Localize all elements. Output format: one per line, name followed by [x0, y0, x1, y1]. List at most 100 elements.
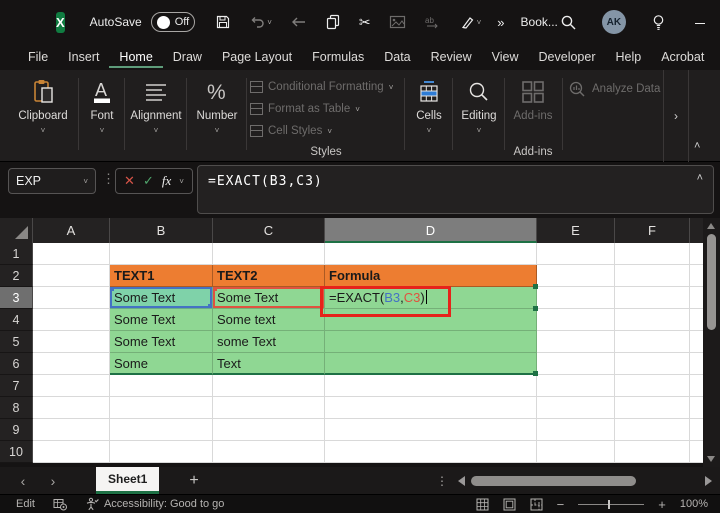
- cell-A3[interactable]: [33, 287, 110, 309]
- cell-B9[interactable]: [110, 419, 213, 441]
- cell-E4[interactable]: [537, 309, 615, 331]
- collapse-formula-bar-chevron[interactable]: ˄: [697, 172, 703, 184]
- cell-F1[interactable]: [615, 243, 690, 265]
- cell-D10[interactable]: [325, 441, 537, 463]
- cell-D6[interactable]: [325, 353, 537, 375]
- redo-arrow-button[interactable]: [288, 13, 309, 31]
- row-header-10[interactable]: 10: [0, 441, 33, 463]
- cell-B2[interactable]: TEXT1: [110, 265, 213, 287]
- menu-tab-power-pivot[interactable]: Power Pivot: [714, 46, 720, 68]
- row-header-2[interactable]: 2: [0, 265, 33, 287]
- accessibility-checker-button[interactable]: [85, 497, 99, 511]
- analyze-data-button[interactable]: Analyze Data: [568, 80, 660, 98]
- undo-button[interactable]: ˅: [247, 12, 274, 32]
- cell-D7[interactable]: [325, 375, 537, 397]
- addins-button[interactable]: Add-ins: [506, 76, 560, 122]
- horizontal-scrollbar-thumb[interactable]: [471, 475, 636, 486]
- column-header-E[interactable]: E: [537, 218, 615, 243]
- cell-C10[interactable]: [213, 441, 325, 463]
- row-header-4[interactable]: 4: [0, 309, 33, 331]
- cell-G1-partial[interactable]: [690, 243, 703, 265]
- cell-F2[interactable]: [615, 265, 690, 287]
- ribbon-group-cells[interactable]: Cells ˅: [406, 76, 452, 135]
- toolbar-overflow-chevron[interactable]: »: [497, 15, 504, 30]
- cut-button[interactable]: ✂: [357, 12, 373, 33]
- cell-C9[interactable]: [213, 419, 325, 441]
- menu-tab-help[interactable]: Help: [606, 46, 652, 68]
- row-header-3[interactable]: 3: [0, 287, 33, 309]
- ribbon-group-clipboard[interactable]: Clipboard ˅: [10, 76, 76, 135]
- scroll-left-arrow[interactable]: [458, 475, 465, 486]
- insert-function-button[interactable]: fx: [162, 173, 171, 189]
- cell-F4[interactable]: [615, 309, 690, 331]
- excel-logo-icon[interactable]: X: [56, 11, 65, 33]
- row-header-1[interactable]: 1: [0, 243, 33, 265]
- ribbon-group-alignment[interactable]: Alignment ˅: [126, 76, 186, 135]
- cell-G5-partial[interactable]: [690, 331, 703, 353]
- format-as-table-button[interactable]: Format as Table ˅: [250, 98, 402, 120]
- zoom-level[interactable]: 100%: [680, 498, 708, 510]
- cell-F9[interactable]: [615, 419, 690, 441]
- cell-C5[interactable]: some Text: [213, 331, 325, 353]
- column-header-C[interactable]: C: [213, 218, 325, 243]
- search-button[interactable]: [558, 12, 579, 33]
- cell-E6[interactable]: [537, 353, 615, 375]
- page-layout-view-button[interactable]: [503, 498, 516, 511]
- cell-A8[interactable]: [33, 397, 110, 419]
- cell-F7[interactable]: [615, 375, 690, 397]
- cell-A5[interactable]: [33, 331, 110, 353]
- find-replace-button[interactable]: ab: [422, 13, 444, 32]
- row-header-8[interactable]: 8: [0, 397, 33, 419]
- minimize-button[interactable]: [691, 14, 709, 30]
- cell-C1[interactable]: [213, 243, 325, 265]
- conditional-formatting-button[interactable]: Conditional Formatting ˅: [250, 76, 402, 98]
- menu-tab-view[interactable]: View: [482, 46, 529, 68]
- cell-A7[interactable]: [33, 375, 110, 397]
- cell-D5[interactable]: [325, 331, 537, 353]
- row-header-5[interactable]: 5: [0, 331, 33, 353]
- ribbon-group-font[interactable]: A Font ˅: [80, 76, 124, 135]
- accessibility-status-text[interactable]: Accessibility: Good to go: [104, 498, 224, 510]
- cell-G2-partial[interactable]: [690, 265, 703, 287]
- cell-E1[interactable]: [537, 243, 615, 265]
- fill-handle[interactable]: [533, 371, 538, 376]
- ink-button[interactable]: ˅: [458, 13, 484, 32]
- ribbon-group-editing[interactable]: Editing ˅: [454, 76, 504, 135]
- cell-E5[interactable]: [537, 331, 615, 353]
- page-break-view-button[interactable]: [530, 498, 543, 511]
- cell-G3-partial[interactable]: [690, 287, 703, 309]
- confirm-entry-button[interactable]: ✓: [143, 173, 154, 189]
- cell-C6[interactable]: Text: [213, 353, 325, 375]
- scroll-right-arrow[interactable]: [705, 475, 712, 486]
- macro-record-button[interactable]: [53, 498, 67, 511]
- cell-B3[interactable]: Some Text: [110, 287, 213, 309]
- tab-bar-options-dots[interactable]: ⋮: [436, 474, 448, 488]
- cell-A10[interactable]: [33, 441, 110, 463]
- cell-F8[interactable]: [615, 397, 690, 419]
- menu-tab-data[interactable]: Data: [374, 46, 420, 68]
- cell-B4[interactable]: Some Text: [110, 309, 213, 331]
- cell-E8[interactable]: [537, 397, 615, 419]
- cell-B8[interactable]: [110, 397, 213, 419]
- sheet-nav-left-chevron[interactable]: ‹: [8, 473, 38, 489]
- sheet-tab-sheet1[interactable]: Sheet1: [96, 467, 160, 494]
- formula-bar-resize-handle[interactable]: ⋮: [102, 171, 115, 187]
- cell-B7[interactable]: [110, 375, 213, 397]
- cell-D9[interactable]: [325, 419, 537, 441]
- cell-A9[interactable]: [33, 419, 110, 441]
- copy-button[interactable]: [323, 12, 343, 32]
- cell-B1[interactable]: [110, 243, 213, 265]
- normal-view-button[interactable]: [476, 498, 489, 511]
- row-header-7[interactable]: 7: [0, 375, 33, 397]
- column-header-B[interactable]: B: [110, 218, 213, 243]
- name-box[interactable]: EXP ˅: [8, 168, 96, 194]
- collapse-ribbon-chevron[interactable]: ˄: [694, 140, 700, 152]
- menu-tab-review[interactable]: Review: [421, 46, 482, 68]
- autosave-toggle[interactable]: Off: [150, 12, 196, 32]
- menu-tab-draw[interactable]: Draw: [163, 46, 212, 68]
- menu-tab-formulas[interactable]: Formulas: [302, 46, 374, 68]
- cell-styles-button[interactable]: Cell Styles ˅: [250, 120, 402, 142]
- cell-mode-indicator[interactable]: Edit: [16, 498, 35, 510]
- cell-F3[interactable]: [615, 287, 690, 309]
- horizontal-scrollbar-track[interactable]: [471, 475, 699, 487]
